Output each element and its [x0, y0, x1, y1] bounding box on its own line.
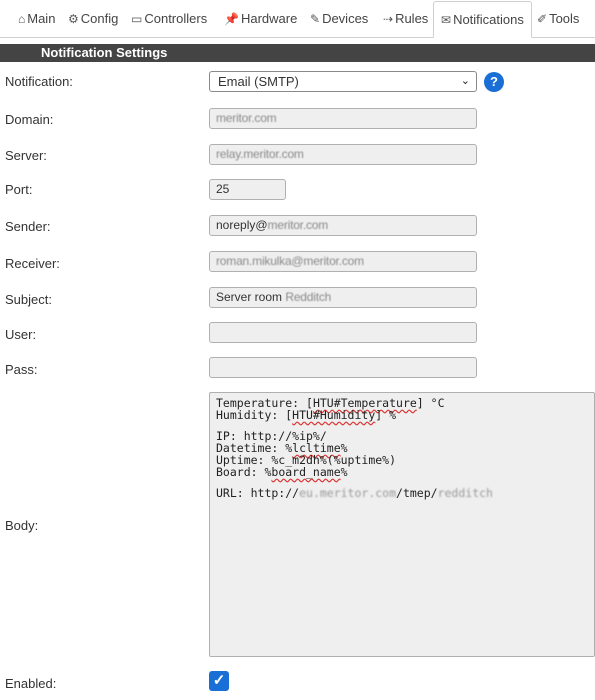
tab-notifications-label: Notifications: [453, 12, 524, 27]
user-field[interactable]: [209, 322, 477, 343]
tab-hardware[interactable]: 📌 Hardware: [224, 0, 297, 38]
notification-select[interactable]: Email (SMTP) ⌄: [209, 71, 477, 92]
subject-value-prefix: Server room: [216, 290, 286, 304]
server-value: relay.meritor.com: [216, 147, 304, 161]
sender-label: Sender:: [5, 219, 51, 234]
envelope-icon: ✉: [441, 13, 452, 27]
checkmark-icon: ✓: [212, 672, 226, 689]
receiver-label: Receiver:: [5, 256, 60, 271]
sender-value-prefix: noreply@: [216, 218, 268, 232]
body-line: Board: %board_name%: [216, 465, 348, 479]
tab-config[interactable]: ⚙ Config: [68, 0, 118, 38]
notification-label: Notification:: [5, 74, 73, 89]
chat-icon: ▭: [131, 12, 143, 26]
tab-tools-label: Tools: [549, 11, 580, 26]
port-value: 25: [216, 182, 230, 196]
body-textarea[interactable]: Temperature: [HTU#Temperature] °C Humidi…: [209, 392, 595, 657]
pass-field[interactable]: [209, 357, 477, 378]
port-field[interactable]: 25: [209, 179, 286, 200]
server-label: Server:: [5, 148, 47, 163]
enabled-checkbox[interactable]: ✓: [209, 671, 229, 691]
notification-select-value: Email (SMTP): [218, 74, 299, 89]
domain-label: Domain:: [5, 112, 54, 127]
pushpin-icon: 📌: [224, 12, 239, 26]
tab-devices-label: Devices: [322, 11, 369, 26]
pencil-icon: ✎: [310, 12, 321, 26]
gear-icon: ⚙: [68, 12, 79, 26]
subject-field[interactable]: Server room Redditch: [209, 287, 477, 308]
body-label: Body:: [5, 518, 39, 533]
chevron-down-icon: ⌄: [460, 75, 470, 87]
sender-field[interactable]: noreply@meritor.com: [209, 215, 477, 236]
server-field[interactable]: relay.meritor.com: [209, 144, 477, 165]
tab-devices[interactable]: ✎ Devices: [310, 0, 368, 38]
body-line: URL: http://eu.meritor.com/tmep/redditch: [216, 486, 493, 500]
tab-hardware-label: Hardware: [240, 11, 298, 26]
domain-value: meritor.com: [216, 111, 277, 125]
receiver-value: roman.mikulka@meritor.com: [216, 254, 364, 268]
subject-value-location: Redditch: [285, 290, 332, 304]
wrench-icon: ✐: [537, 12, 548, 26]
home-icon: ⌂: [18, 12, 26, 26]
tab-notifications[interactable]: ✉ Notifications: [433, 1, 532, 38]
tab-config-label: Config: [80, 11, 119, 26]
tab-controllers-label: Controllers: [144, 11, 208, 26]
domain-field[interactable]: meritor.com: [209, 108, 477, 129]
enabled-label: Enabled:: [5, 676, 57, 691]
tab-main[interactable]: ⌂ Main: [18, 0, 55, 38]
body-line: Humidity: [HTU#Humidity] %: [216, 408, 397, 422]
receiver-field[interactable]: roman.mikulka@meritor.com: [209, 251, 477, 272]
tab-rules[interactable]: ⇢ Rules: [383, 0, 428, 38]
user-label: User:: [5, 327, 37, 342]
tab-bar: ⌂ Main ⚙ Config ▭ Controllers 📌 Hardware ✎ De…: [0, 0, 595, 38]
subject-label: Subject:: [5, 292, 52, 307]
help-icon[interactable]: ?: [484, 72, 504, 92]
tab-tools[interactable]: ✐ Tools: [537, 0, 579, 38]
port-label: Port:: [5, 182, 33, 197]
tab-controllers[interactable]: ▭ Controllers: [131, 0, 207, 38]
arrow-right-icon: ⇢: [383, 12, 394, 26]
sender-value-domain: meritor.com: [267, 218, 329, 232]
tab-rules-label: Rules: [395, 11, 429, 26]
section-title: Notification Settings: [0, 44, 595, 62]
pass-label: Pass:: [5, 362, 38, 377]
tab-main-label: Main: [27, 11, 56, 26]
